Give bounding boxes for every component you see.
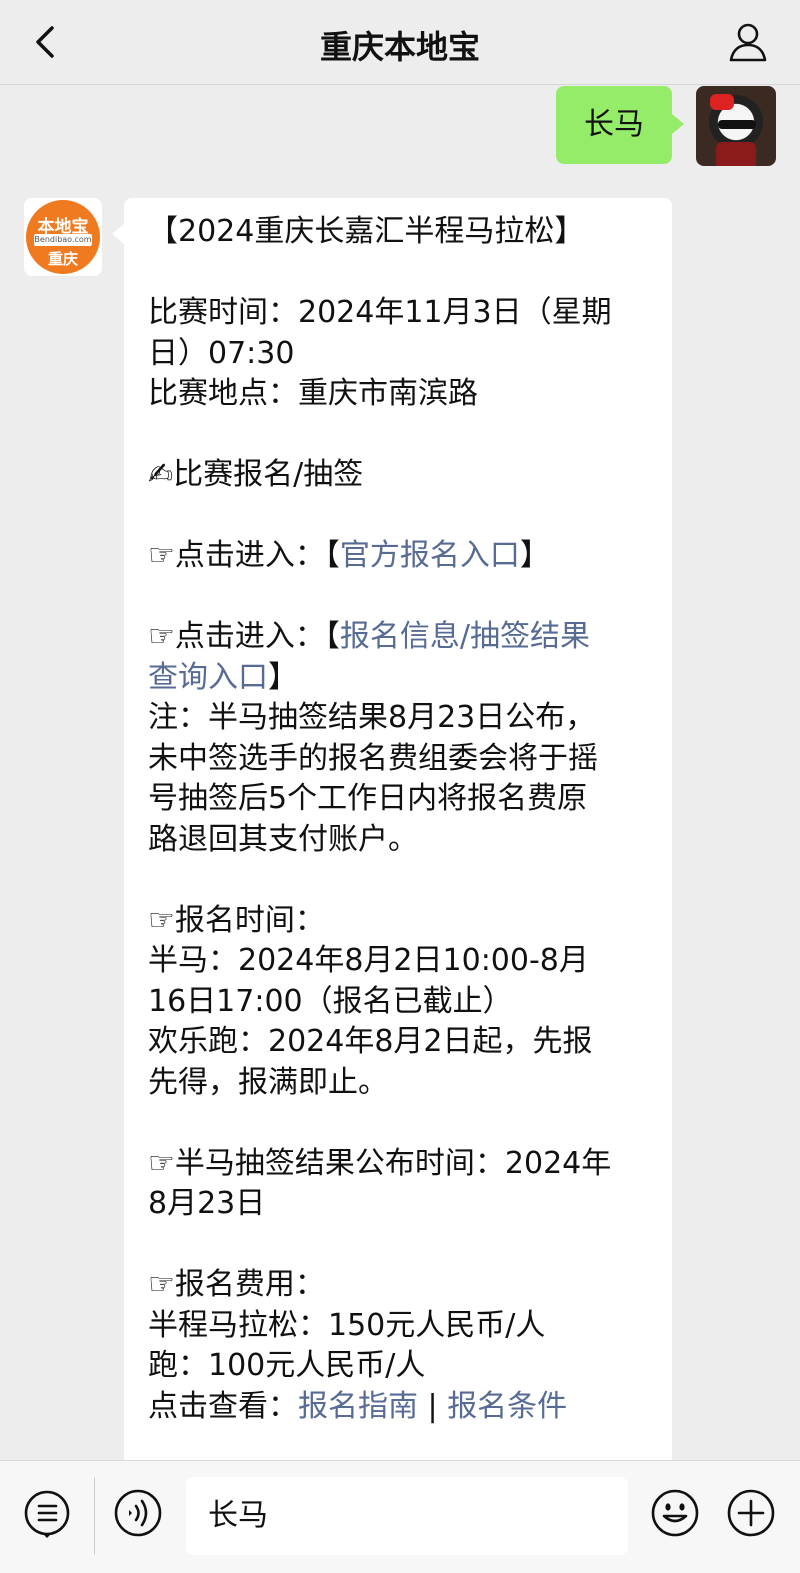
registration-query-link-cont[interactable]: 查询入口	[148, 660, 268, 695]
lottery-result-time-1: ☞半马抽签结果公布时间：2024年	[148, 1145, 612, 1181]
note-line-2: 未中签选手的报名费组委会将于摇	[148, 740, 598, 776]
registration-guide-link[interactable]: 报名指南	[298, 1389, 418, 1424]
logo-bottom-text: 重庆	[47, 250, 78, 268]
note-line-4: 路退回其支付账户。	[148, 821, 418, 857]
account-logo: 本地宝 Bendibao.com 重庆	[26, 200, 100, 274]
event-title: 【2024重庆长嘉汇半程马拉松】	[148, 214, 585, 249]
half-marathon-fee: 半程马拉松：150元人民币/人	[148, 1307, 546, 1343]
fee-heading: ☞报名费用：	[148, 1267, 325, 1302]
half-marathon-time-1: 半马：2024年8月2日10:00-8月	[148, 943, 589, 978]
emoji-icon[interactable]	[650, 1488, 700, 1538]
writing-hand-icon: ✍	[148, 457, 174, 492]
query-entry-line-1: ☞点击进入：【报名信息/抽签结果	[148, 619, 591, 654]
voice-icon[interactable]	[113, 1488, 163, 1538]
account-avatar[interactable]: 本地宝 Bendibao.com 重庆	[24, 198, 102, 276]
note-line-1: 注：半马抽签结果8月23日公布，	[148, 700, 596, 735]
race-time-line-1: 比赛时间：2024年11月3日（星期	[148, 295, 612, 330]
half-marathon-time-2: 16日17:00（报名已截止）	[148, 983, 513, 1019]
official-registration-link[interactable]: 官方报名入口	[340, 538, 520, 573]
lottery-result-time-2: 8月23日	[148, 1186, 266, 1221]
avatar-glasses-decoration	[718, 120, 756, 129]
registration-query-link[interactable]: 报名信息/抽签结果	[340, 619, 590, 654]
my-avatar[interactable]	[696, 86, 776, 166]
avatar-body-decoration	[716, 142, 756, 166]
top-bar: 重庆本地宝	[0, 0, 800, 85]
race-time-line-2: 日）07:30	[148, 335, 295, 371]
fun-run-time-2: 先得，报满即止。	[148, 1064, 388, 1100]
fun-run-fee: 跑：100元人民币/人	[148, 1348, 426, 1383]
plus-icon[interactable]	[726, 1488, 776, 1538]
reply-bubble: 【2024重庆长嘉汇半程马拉松】 比赛时间：2024年11月3日（星期 日）07…	[112, 198, 672, 1498]
reg-time-heading: ☞报名时间：	[148, 902, 325, 938]
logo-middle-text: Bendibao.com	[34, 234, 92, 246]
chat-title: 重庆本地宝	[319, 28, 480, 66]
registration-conditions-link[interactable]: 报名条件	[447, 1389, 567, 1424]
official-entry-line: ☞点击进入：【官方报名入口】	[148, 538, 550, 573]
profile-icon[interactable]	[726, 20, 770, 64]
race-location: 比赛地点：重庆市南滨路	[148, 376, 478, 411]
message-input[interactable]: 长马	[186, 1477, 628, 1555]
note-line-3: 号抽签后5个工作日内将报名费原	[148, 781, 588, 816]
fun-run-time-1: 欢乐跑：2024年8月2日起，先报	[148, 1024, 593, 1059]
avatar-bow-decoration	[710, 94, 734, 110]
toolbar-divider	[94, 1477, 95, 1555]
registration-heading: ✍比赛报名/抽签	[148, 457, 364, 492]
menu-list-icon[interactable]	[22, 1488, 72, 1538]
view-links-line: 点击查看：报名指南 | 报名条件	[148, 1388, 568, 1424]
sent-bubble[interactable]: 长马	[556, 86, 684, 164]
query-entry-line-2: 查询入口】	[148, 659, 298, 695]
input-toolbar: 长马	[0, 1460, 800, 1573]
